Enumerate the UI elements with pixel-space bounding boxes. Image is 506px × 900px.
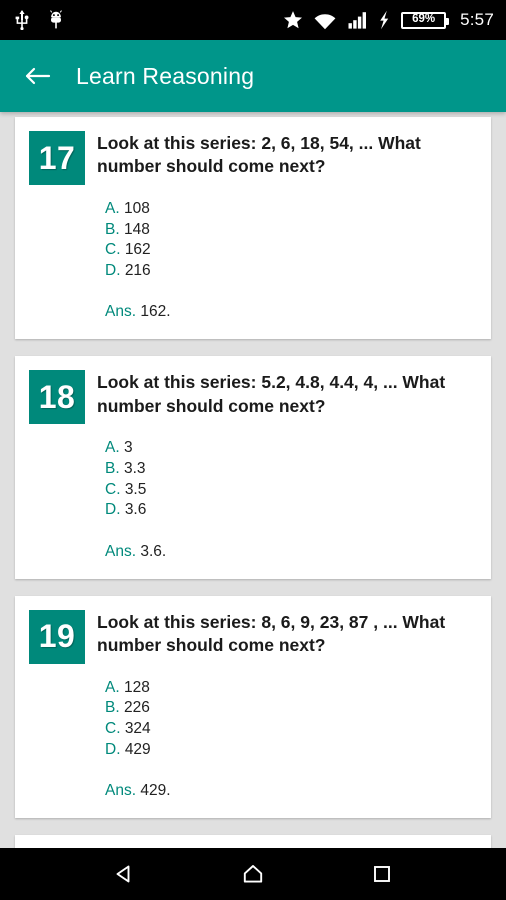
option-letter: A. <box>105 200 120 217</box>
answer-value: 429. <box>140 782 171 800</box>
wifi-icon <box>314 14 336 30</box>
phone-screen: 69% 5:57 Learn Reasoning 17 Look at this… <box>0 0 506 900</box>
answer-value: 3.6. <box>140 542 167 560</box>
question-number-badge: 19 <box>29 609 85 664</box>
status-bar-right-icons: 69% 5:57 <box>283 10 494 30</box>
question-list[interactable]: 17 Look at this series: 2, 6, 18, 54, ..… <box>0 112 506 848</box>
option-row[interactable]: C. 162 <box>105 240 477 261</box>
option-value: 3.6 <box>124 501 147 519</box>
option-value: 148 <box>123 220 150 238</box>
question-text: Look at this series: 8, 6, 9, 23, 87 , .… <box>97 611 446 655</box>
question-card[interactable]: 17 Look at this series: 2, 6, 18, 54, ..… <box>15 117 491 340</box>
option-row[interactable]: A. 128 <box>105 678 477 699</box>
question-card[interactable]: 19 Look at this series: 8, 6, 9, 23, 87 … <box>15 595 491 819</box>
option-value: 162 <box>124 241 151 259</box>
app-bar: Learn Reasoning <box>0 40 506 112</box>
option-letter: A. <box>105 678 120 696</box>
question-header: 19 Look at this series: 8, 6, 9, 23, 87 … <box>29 609 477 664</box>
option-letter: B. <box>105 220 120 238</box>
answer-label: Ans. <box>105 303 137 321</box>
question-header: 18 Look at this series: 5.2, 4.8, 4.4, 4… <box>29 370 477 425</box>
option-value: 3.5 <box>124 480 147 498</box>
answer-row: Ans. 429. <box>105 782 477 800</box>
page-title: Learn Reasoning <box>76 62 255 89</box>
recents-square-icon <box>373 866 390 882</box>
option-value: 429 <box>124 740 151 758</box>
option-letter: B. <box>105 699 120 717</box>
nav-home-button[interactable] <box>230 851 276 897</box>
option-row[interactable]: C. 3.5 <box>105 480 477 501</box>
option-letter: B. <box>105 460 120 478</box>
usb-icon <box>15 10 29 30</box>
option-letter: C. <box>105 480 121 498</box>
charging-bolt-icon <box>380 10 389 30</box>
option-letter: D. <box>105 740 121 758</box>
status-bar-left-icons <box>14 10 64 30</box>
option-value: 324 <box>124 720 151 738</box>
back-triangle-icon <box>116 865 130 883</box>
nav-back-button[interactable] <box>101 851 147 897</box>
option-list: A. 3 B. 3.3 C. 3.5 D. 3.6 <box>105 438 477 520</box>
option-value: 108 <box>123 200 150 217</box>
question-card[interactable]: 18 Look at this series: 5.2, 4.8, 4.4, 4… <box>15 356 491 579</box>
option-list: A. 108 B. 148 C. 162 D. 216 <box>105 199 477 281</box>
back-arrow-icon <box>25 67 51 85</box>
option-value: 3 <box>123 439 133 457</box>
answer-label: Ans. <box>105 542 137 560</box>
question-header: 17 Look at this series: 2, 6, 18, 54, ..… <box>29 131 477 185</box>
question-text: Look at this series: 2, 6, 18, 54, ... W… <box>97 133 421 177</box>
answer-row: Ans. 3.6. <box>105 543 477 561</box>
option-row[interactable]: A. 108 <box>105 199 477 220</box>
option-row[interactable]: D. 3.6 <box>105 500 477 521</box>
option-row[interactable]: B. 226 <box>105 698 477 719</box>
question-text: Look at this series: 5.2, 4.8, 4.4, 4, .… <box>97 372 446 416</box>
nav-recents-button[interactable] <box>359 851 405 897</box>
question-number-badge: 18 <box>29 370 85 425</box>
option-value: 128 <box>123 678 150 696</box>
option-value: 3.3 <box>123 460 146 478</box>
option-row[interactable]: B. 148 <box>105 220 477 241</box>
option-value: 216 <box>124 261 151 279</box>
back-button[interactable] <box>16 54 60 98</box>
question-card-partial[interactable] <box>15 835 491 848</box>
option-letter: A. <box>105 439 120 457</box>
option-row[interactable]: D. 429 <box>105 740 477 761</box>
option-row[interactable]: A. 3 <box>105 438 477 459</box>
navigation-bar <box>0 848 506 900</box>
answer-value: 162. <box>140 303 171 321</box>
option-row[interactable]: B. 3.3 <box>105 459 477 480</box>
answer-label: Ans. <box>105 782 137 800</box>
answer-row: Ans. 162. <box>105 303 477 321</box>
cellular-signal-icon <box>348 12 367 29</box>
home-icon <box>243 865 263 883</box>
star-icon <box>284 11 303 29</box>
option-value: 226 <box>123 699 150 717</box>
option-letter: C. <box>105 720 121 738</box>
android-debug-icon <box>50 10 62 29</box>
status-bar-clock: 5:57 <box>460 10 494 29</box>
option-letter: C. <box>105 241 121 259</box>
option-row[interactable]: D. 216 <box>105 261 477 282</box>
option-letter: D. <box>105 261 121 279</box>
battery-percent-label: 69% <box>412 13 436 26</box>
option-letter: D. <box>105 501 121 519</box>
option-row[interactable]: C. 324 <box>105 719 477 740</box>
status-bar: 69% 5:57 <box>0 0 506 40</box>
battery-indicator: 69% <box>401 11 450 29</box>
question-number-badge: 17 <box>29 131 85 185</box>
option-list: A. 128 B. 226 C. 324 D. 429 <box>105 678 477 760</box>
